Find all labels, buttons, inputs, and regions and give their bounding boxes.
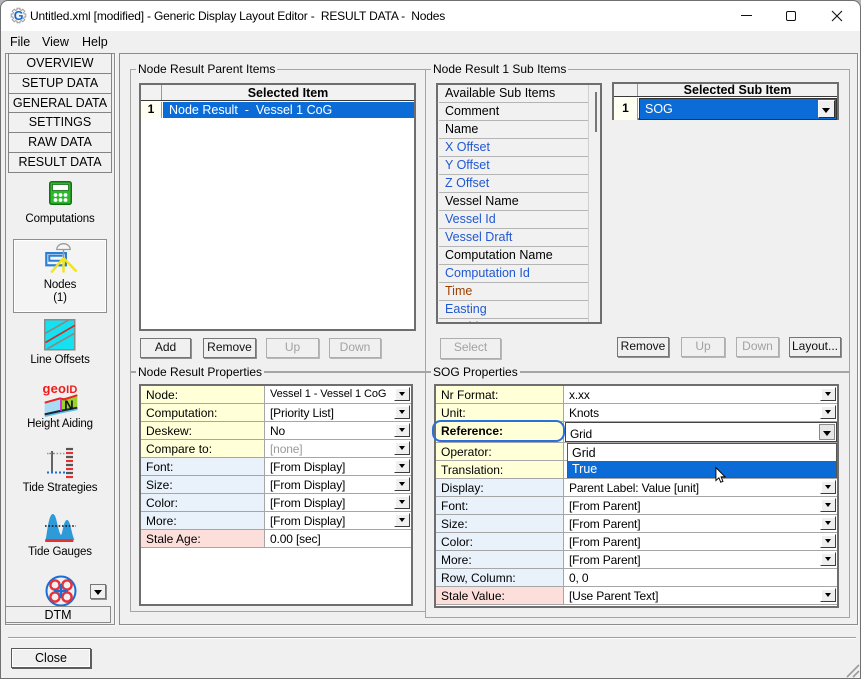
svg-text:G: G (14, 9, 24, 23)
svg-text:N: N (64, 398, 73, 413)
